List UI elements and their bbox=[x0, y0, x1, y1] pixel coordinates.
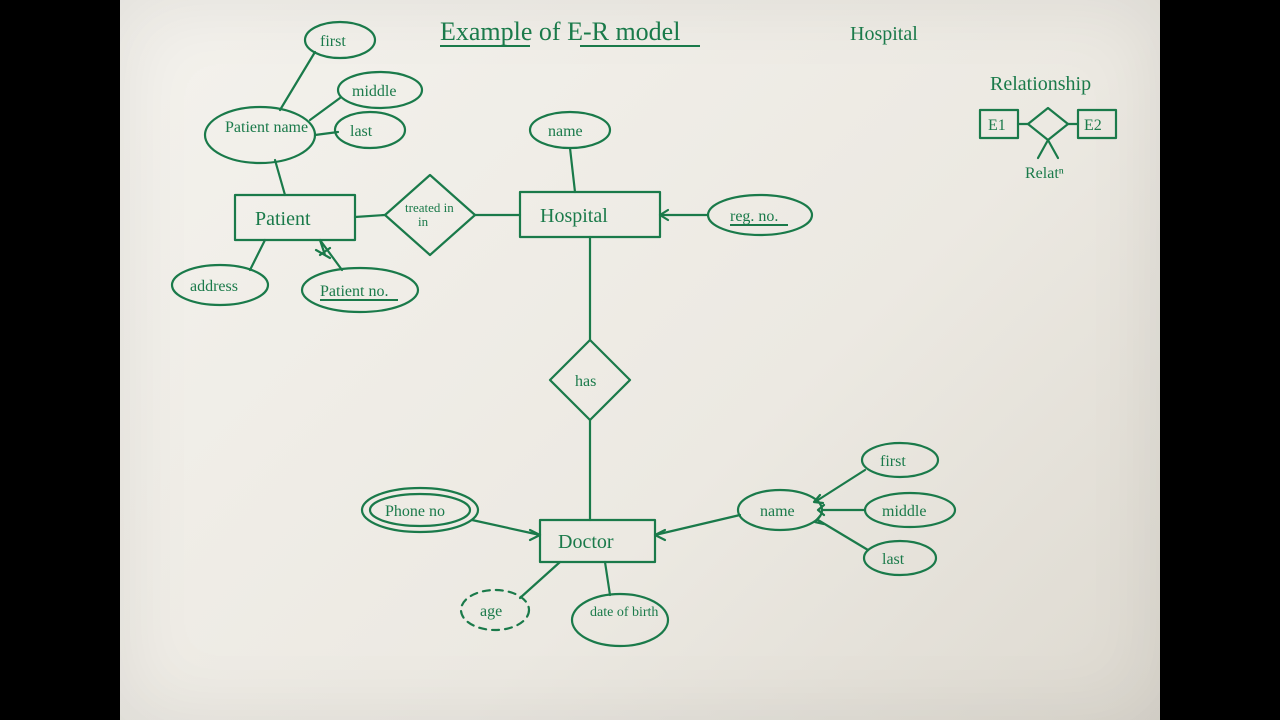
er-diagram: Example of E-R model Hospital Relationsh… bbox=[120, 0, 1160, 720]
entity-hospital-label: Hospital bbox=[540, 205, 608, 227]
corner-label: Hospital bbox=[850, 23, 918, 45]
svg-text:Phone no: Phone no bbox=[385, 503, 445, 520]
svg-text:last: last bbox=[882, 551, 905, 568]
whiteboard-paper: Example of E-R model Hospital Relationsh… bbox=[120, 0, 1160, 720]
svg-text:middle: middle bbox=[882, 503, 926, 520]
attr-dob bbox=[572, 594, 668, 646]
svg-text:last: last bbox=[350, 123, 373, 140]
svg-text:reg. no.: reg. no. bbox=[730, 208, 778, 225]
svg-text:middle: middle bbox=[352, 83, 396, 100]
svg-text:address: address bbox=[190, 278, 238, 295]
svg-text:Patient no.: Patient no. bbox=[320, 283, 388, 300]
svg-text:date of birth: date of birth bbox=[590, 605, 658, 620]
svg-text:treated in: treated in bbox=[405, 200, 454, 215]
svg-text:first: first bbox=[320, 33, 346, 50]
rel-treated-in bbox=[385, 175, 475, 255]
diagram-title: Example of E-R model bbox=[440, 17, 680, 46]
attr-patient-name-label: Patient name bbox=[225, 119, 308, 136]
legend-title: Relationship bbox=[990, 73, 1091, 95]
svg-text:name: name bbox=[760, 503, 795, 520]
svg-text:name: name bbox=[548, 123, 583, 140]
entity-patient-label: Patient bbox=[255, 208, 311, 230]
legend-e2: E2 bbox=[1084, 117, 1102, 134]
legend: Relationship E1 E2 Relatⁿ bbox=[980, 73, 1116, 182]
svg-text:first: first bbox=[880, 453, 906, 470]
svg-text:age: age bbox=[480, 603, 502, 620]
entity-doctor-label: Doctor bbox=[558, 531, 614, 553]
legend-relat: Relatⁿ bbox=[1025, 165, 1064, 182]
svg-text:in: in bbox=[418, 214, 429, 229]
svg-text:has: has bbox=[575, 373, 596, 390]
legend-e1: E1 bbox=[988, 117, 1006, 134]
